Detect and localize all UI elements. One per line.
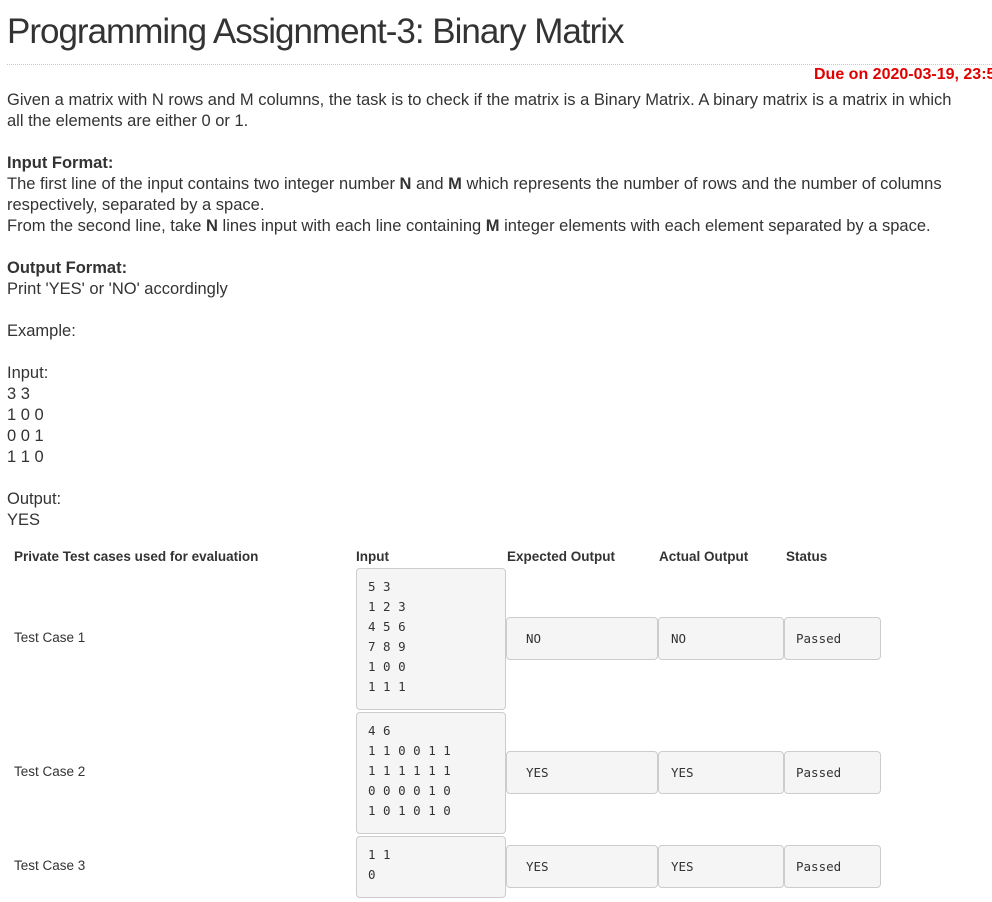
output-format-heading: Output Format: [7, 259, 128, 277]
input-format-line-3: From the second line, take N lines input… [7, 217, 931, 235]
intro-line-2: all the elements are either 0 or 1. [7, 112, 249, 130]
input-format-line-1: The first line of the input contains two… [7, 175, 942, 193]
test-case-input: 5 3 1 2 3 4 5 6 7 8 9 1 0 0 1 1 1 [356, 568, 506, 710]
input-format-heading: Input Format: [7, 154, 114, 172]
actual-output: NO [658, 617, 784, 660]
status-badge: Passed [784, 751, 881, 794]
example-input-label: Input: [7, 364, 49, 382]
test-case-name: Test Case 3 [14, 858, 86, 873]
column-header-status: Status [786, 549, 828, 564]
column-header-expected-output: Expected Output [507, 549, 616, 564]
test-case-input: 1 1 0 [356, 836, 506, 898]
column-header-input: Input [356, 549, 389, 564]
expected-output: YES [506, 751, 658, 794]
test-case-name: Test Case 1 [14, 630, 86, 645]
expected-output: YES [506, 845, 658, 888]
intro-line-1: Given a matrix with N rows and M columns… [7, 91, 952, 109]
example-input-line: 3 3 [7, 385, 30, 403]
problem-description: Given a matrix with N rows and M columns… [7, 90, 992, 531]
test-case-input: 4 6 1 1 0 0 1 1 1 1 1 1 1 1 0 0 0 0 1 0 … [356, 712, 506, 834]
due-date: Due on 2020-03-19, 23:59 IST [814, 66, 992, 83]
test-case-name: Test Case 2 [14, 764, 86, 779]
column-header-actual-output: Actual Output [659, 549, 749, 564]
actual-output: YES [658, 845, 784, 888]
example-output-value: YES [7, 511, 41, 529]
example-label: Example: [7, 322, 76, 340]
page-title: Programming Assignment-3: Binary Matrix [7, 12, 624, 51]
output-format-line: Print 'YES' or 'NO' accordingly [7, 280, 228, 298]
status-badge: Passed [784, 845, 881, 888]
example-input-line: 0 0 1 [7, 427, 44, 445]
input-format-line-2: respectively, separated by a space. [7, 196, 265, 214]
actual-output: YES [658, 751, 784, 794]
example-input-line: 1 1 0 [7, 448, 44, 466]
title-divider [7, 64, 992, 65]
example-input-line: 1 0 0 [7, 406, 44, 424]
column-header-test-cases: Private Test cases used for evaluation [14, 549, 259, 564]
status-badge: Passed [784, 617, 881, 660]
example-output-label: Output: [7, 490, 62, 508]
expected-output: NO [506, 617, 658, 660]
